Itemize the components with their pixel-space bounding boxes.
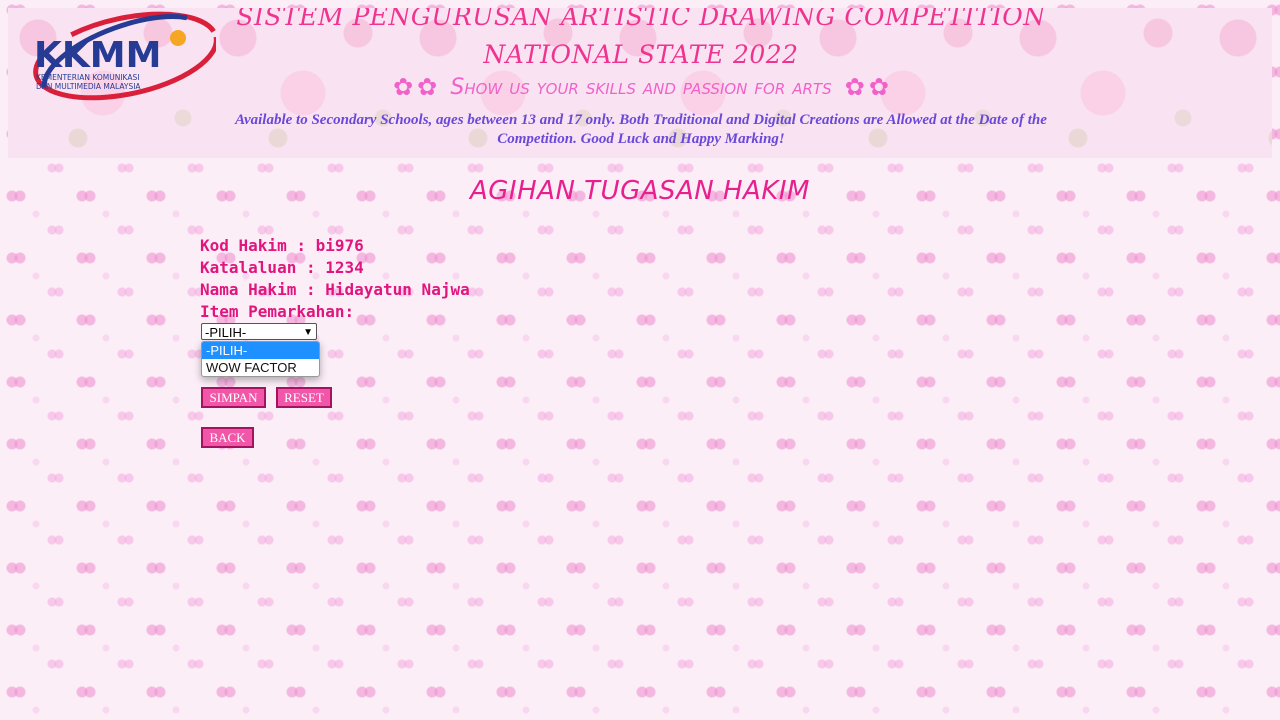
logo-brand-text: KKMM — [34, 35, 161, 76]
marking-item-label: Item Pemarkahan: — [200, 302, 355, 321]
select-value: -PILIH- — [205, 325, 247, 340]
logo-line1: KEMENTERIAN KOMUNIKASI — [36, 73, 139, 82]
password-text: Katalaluan : 1234 — [200, 258, 364, 277]
page-title: AGIHAN TUGASAN HAKIM — [470, 176, 810, 206]
dropdown-option-pilih[interactable]: -PILIH- — [202, 342, 319, 359]
competition-info-text: Available to Secondary Schools, ages bet… — [235, 112, 1047, 147]
dropdown-option-wow-factor[interactable]: WOW FACTOR — [202, 359, 319, 376]
judge-assignment-form: Kod Hakim : bi976 Katalaluan : 1234 Nama… — [200, 235, 470, 448]
system-title-line2: NATIONAL STATE 2022 — [483, 40, 799, 69]
marking-item-dropdown: -PILIH- WOW FACTOR — [201, 341, 320, 377]
logo-line2: DAN MULTIMEDIA MALAYSIA — [36, 82, 141, 91]
chevron-down-icon: ▼ — [303, 327, 313, 338]
system-title-line1: SISTEM PENGURUSAN ARTISTIC DRAWING COMPE… — [236, 8, 1046, 31]
flower-icon: ✿ — [844, 73, 865, 101]
flower-icon: ✿ — [393, 73, 414, 101]
header-banner: KKMM KEMENTERIAN KOMUNIKASI DAN MULTIMED… — [8, 8, 1272, 158]
back-button[interactable]: BACK — [201, 427, 254, 448]
flower-icon: ✿ — [417, 73, 438, 101]
judge-name-text: Nama Hakim : Hidayatun Najwa — [200, 280, 470, 299]
reset-button[interactable]: RESET — [276, 387, 332, 408]
marking-item-select[interactable]: -PILIH- ▼ — [201, 323, 317, 340]
kkmm-logo: KKMM KEMENTERIAN KOMUNIKASI DAN MULTIMED… — [33, 11, 216, 106]
tagline-text: Show us your skills and passion for arts — [450, 74, 832, 100]
save-button[interactable]: SIMPAN — [201, 387, 266, 408]
tagline-row: ✿ ✿ Show us your skills and passion for a… — [208, 73, 1074, 105]
judge-code-text: Kod Hakim : bi976 — [200, 236, 364, 255]
flower-icon: ✿ — [868, 73, 889, 101]
